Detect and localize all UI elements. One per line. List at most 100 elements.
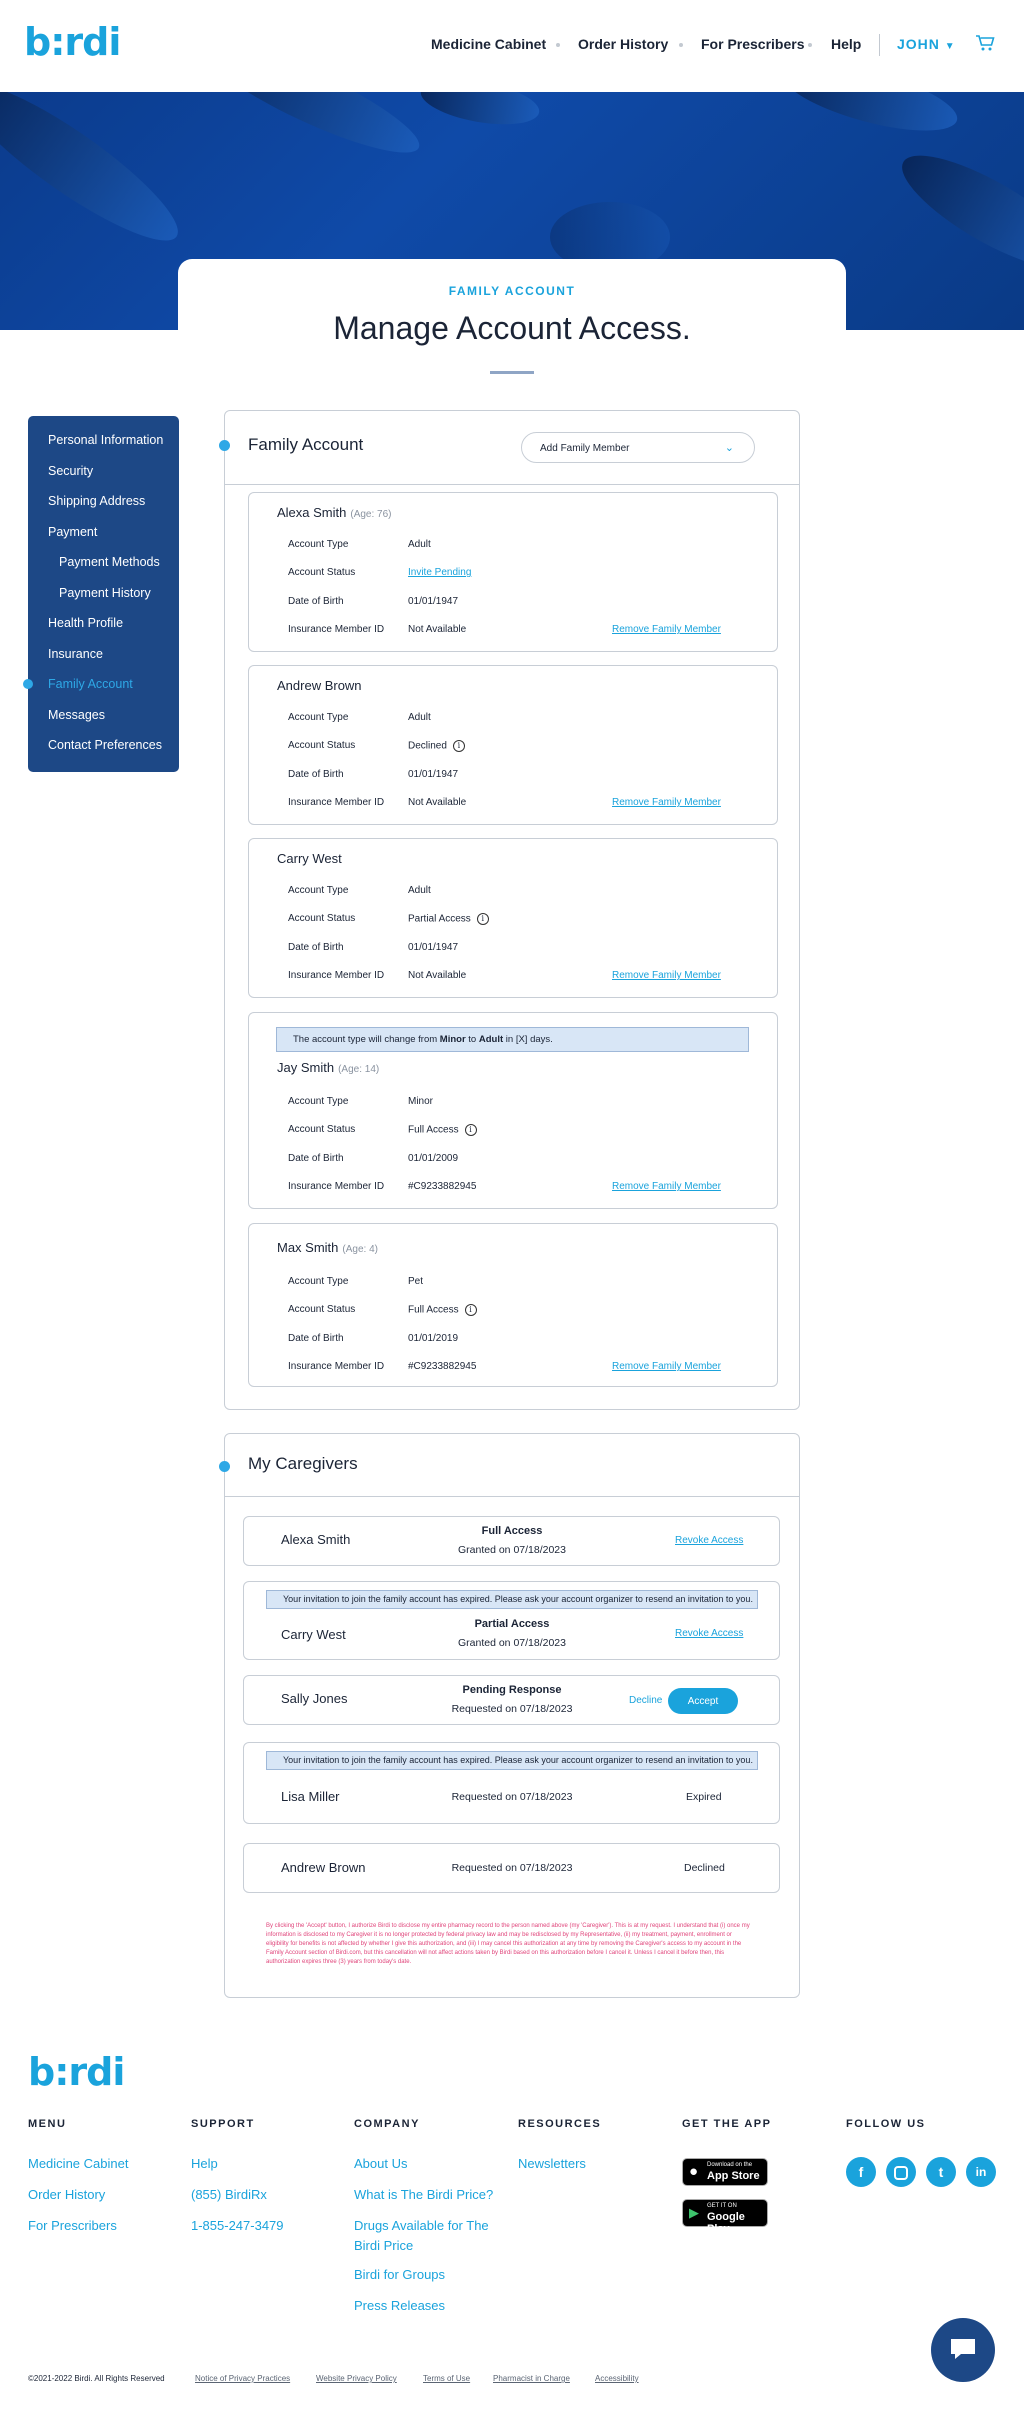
dob-value: 01/01/1947 [408,942,459,953]
caregiver-status: Full Access [481,1525,543,1537]
footer-link-for-prescribers[interactable]: For Prescribers [28,2218,117,2233]
caregiver-status: Partial Access [474,1618,550,1630]
legal-link-accessibility[interactable]: Accessibility [595,2374,639,2383]
dob-label: Date of Birth [288,1153,344,1164]
sidebar-item-shipping-address[interactable]: Shipping Address [48,494,145,508]
sidebar-item-contact-preferences[interactable]: Contact Preferences [48,738,162,752]
sidebar-item-insurance[interactable]: Insurance [48,647,103,661]
nav-medicine-cabinet[interactable]: Medicine Cabinet [431,36,546,52]
caregivers-title: My Caregivers [248,1454,358,1473]
accept-button[interactable]: Accept [668,1688,738,1714]
twitter-icon[interactable]: t [926,2157,956,2187]
google-play-badge[interactable]: ▶ GET IT ON Google Play [682,2199,768,2235]
member-age: (Age: 76) [350,509,392,520]
info-icon[interactable]: i [464,1304,477,1316]
remove-family-member-link[interactable]: Remove Family Member [612,970,721,981]
user-menu[interactable]: JOHN ▼ [897,36,956,52]
footer-link-medicine-cabinet[interactable]: Medicine Cabinet [28,2156,128,2171]
member-name: Alexa Smith (Age: 76) [277,505,392,520]
nav-separator [808,43,812,47]
footer-link-phone-birdirx[interactable]: (855) BirdiRx [191,2187,267,2202]
footer-logo[interactable]: b:rdi [28,2050,125,2094]
footer-company-heading: COMPANY [354,2118,420,2130]
insurance-id-label: Insurance Member ID [288,797,385,808]
sidebar-item-payment[interactable]: Payment [48,525,97,539]
decline-button[interactable]: Decline [629,1695,662,1706]
sidebar-item-messages[interactable]: Messages [48,708,105,722]
footer-link-phone-number[interactable]: 1-855-247-3479 [191,2218,284,2233]
dob-value: 01/01/2009 [408,1153,459,1164]
remove-family-member-link[interactable]: Remove Family Member [612,1361,721,1372]
account-status-label: Account Status [288,913,356,924]
footer-link-birdi-for-groups[interactable]: Birdi for Groups [354,2267,445,2282]
caregiver-date: Requested on 07/18/2023 [451,1791,573,1803]
remove-family-member-link[interactable]: Remove Family Member [612,624,721,635]
footer-menu-heading: MENU [28,2118,67,2130]
caregiver-result: Declined [684,1862,725,1874]
page-title: Manage Account Access. [333,310,691,346]
sidebar-item-security[interactable]: Security [48,464,93,478]
account-status-link[interactable]: Invite Pending [408,567,471,578]
nav-help[interactable]: Help [831,36,861,52]
caregiver-date: Requested on 07/18/2023 [451,1862,573,1874]
legal-link-pharmacist-in-charge[interactable]: Pharmacist in Charge [493,2374,570,2383]
chat-button[interactable] [931,2318,995,2382]
feather-image [190,92,430,171]
sidebar-item-family-account[interactable]: Family Account [48,677,133,691]
account-type-value: Adult [408,885,431,896]
linkedin-icon[interactable]: in [966,2157,996,2187]
chevron-down-icon: ▼ [944,41,956,52]
info-icon[interactable]: i [476,913,489,925]
insurance-id-value: Not Available [408,970,467,981]
info-icon[interactable]: i [452,740,465,752]
insurance-id-label: Insurance Member ID [288,970,385,981]
info-icon[interactable]: i [464,1124,477,1136]
member-name: Andrew Brown [277,678,362,693]
nav-for-prescribers[interactable]: For Prescribers [701,36,805,52]
footer-link-newsletters[interactable]: Newsletters [518,2156,586,2171]
nav-order-history[interactable]: Order History [578,36,668,52]
expired-invitation-notice: Your invitation to join the family accou… [266,1751,758,1770]
caregiver-name: Alexa Smith [281,1532,351,1547]
caregiver-name: Carry West [281,1627,346,1642]
account-status-value: Full Access i [408,1124,477,1136]
footer-link-order-history[interactable]: Order History [28,2187,105,2202]
remove-family-member-link[interactable]: Remove Family Member [612,797,721,808]
revoke-access-link[interactable]: Revoke Access [675,1628,743,1639]
footer-link-drugs-available[interactable]: Drugs Available for The Birdi Price [354,2218,489,2259]
sidebar-item-health-profile[interactable]: Health Profile [48,616,123,630]
caregiver-name: Lisa Miller [281,1789,340,1804]
legal-link-terms-of-use[interactable]: Terms of Use [423,2374,470,2383]
cart-icon[interactable] [975,34,995,57]
footer-support-heading: SUPPORT [191,2118,255,2130]
caregiver-date: Requested on 07/18/2023 [451,1703,573,1715]
add-family-member-select[interactable]: Add Family Member ⌄ [521,432,755,463]
caregiver-card: Your invitation to join the family accou… [243,1581,780,1660]
instagram-icon[interactable] [886,2157,916,2187]
insurance-id-value: #C9233882945 [408,1181,477,1192]
app-store-badge[interactable]: ● Download on the App Store [682,2158,768,2186]
account-status-label: Account Status [288,740,356,751]
revoke-access-link[interactable]: Revoke Access [675,1535,743,1546]
family-member-card: Alexa Smith (Age: 76) Account Type Adult … [248,492,778,652]
legal-link-privacy-practices[interactable]: Notice of Privacy Practices [195,2374,290,2383]
footer-link-birdi-price[interactable]: What is The Birdi Price? [354,2187,493,2202]
section-bullet [219,440,230,451]
account-status-label: Account Status [288,1124,356,1135]
footer-link-press-releases[interactable]: Press Releases [354,2298,445,2313]
sidebar-item-personal-information[interactable]: Personal Information [48,433,163,447]
footer-link-about-us[interactable]: About Us [354,2156,407,2171]
sidebar-item-payment-history[interactable]: Payment History [59,586,151,600]
remove-family-member-link[interactable]: Remove Family Member [612,1181,721,1192]
legal-link-privacy-policy[interactable]: Website Privacy Policy [316,2374,397,2383]
sidebar-item-payment-methods[interactable]: Payment Methods [59,555,160,569]
facebook-icon[interactable]: f [846,2157,876,2187]
dob-label: Date of Birth [288,769,344,780]
feather-image [776,92,964,145]
member-age: (Age: 4) [342,1244,378,1255]
birdi-logo[interactable]: b:rdi [24,20,121,64]
copyright: ©2021-2022 Birdi. All Rights Reserved [28,2374,165,2383]
family-member-card: Carry West Account Type Adult Account St… [248,838,778,998]
dob-value: 01/01/2019 [408,1333,459,1344]
footer-link-help[interactable]: Help [191,2156,218,2171]
